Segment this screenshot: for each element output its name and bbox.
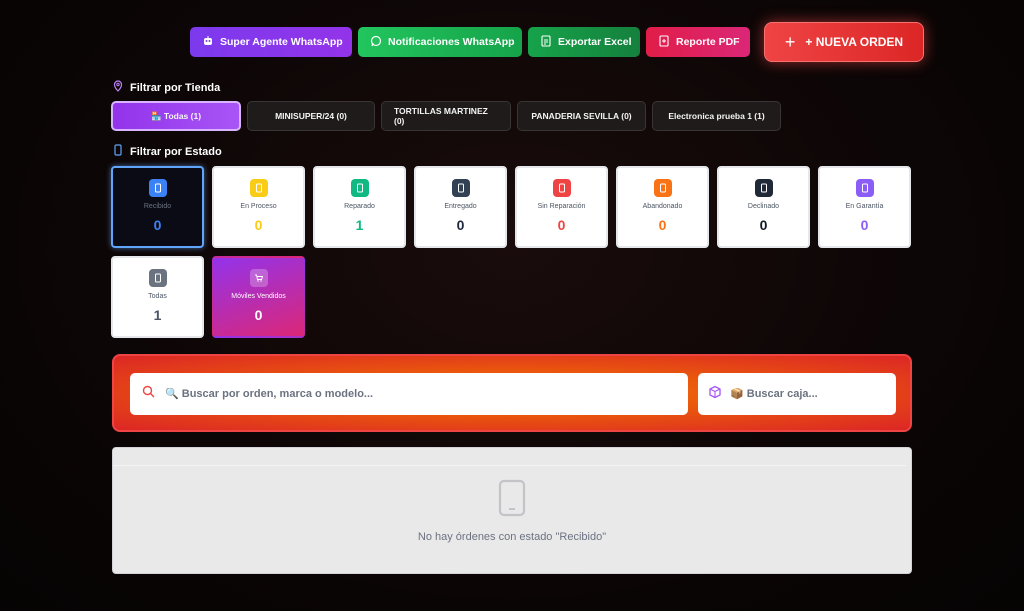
state-card-reparado[interactable]: Reparado 1 (313, 166, 406, 248)
search-box-field (698, 373, 896, 415)
state-card-recibido[interactable]: Recibido 0 (111, 166, 204, 248)
store-label: TORTILLAS MARTINEZ (0) (394, 106, 488, 126)
phone-icon (653, 179, 672, 197)
store-filter-bar: 🏪 Todas (1) MINISUPER/24 (0) TORTILLAS M… (111, 101, 781, 131)
state-card-abandonado[interactable]: Abandonado 0 (616, 166, 709, 248)
store-filter-electronica[interactable]: Electronica prueba 1 (1) (652, 101, 781, 131)
search-main-field (130, 373, 688, 415)
phone-icon (754, 179, 773, 197)
toolbar: Super Agente WhatsApp Notificaciones Wha… (190, 22, 924, 62)
location-pin-icon (112, 80, 124, 95)
notificaciones-whatsapp-button[interactable]: Notificaciones WhatsApp (358, 27, 522, 57)
store-label: PANADERIA SEVILLA (0) (531, 111, 632, 121)
state-count: 0 (254, 217, 263, 233)
state-cards-grid: Recibido 0 En Proceso 0 Reparado 1 Entre… (111, 166, 913, 338)
state-card-en-garantia[interactable]: En Garantía 0 (818, 166, 911, 248)
store-filter-title: Filtrar por Tienda (112, 80, 220, 95)
state-label: Entregado (444, 203, 477, 210)
cart-icon (249, 269, 268, 287)
state-count: 1 (355, 217, 364, 233)
notificaciones-label: Notificaciones WhatsApp (388, 36, 515, 48)
robot-icon (202, 35, 214, 50)
state-count: 0 (456, 217, 465, 233)
store-label: MINISUPER/24 (0) (275, 111, 347, 121)
nueva-orden-button[interactable]: + + NUEVA ORDEN (764, 22, 924, 62)
state-count: 0 (759, 217, 768, 233)
state-count: 0 (557, 217, 566, 233)
empty-state-message: No hay órdenes con estado "Recibido" (417, 531, 607, 543)
nueva-orden-label: + NUEVA ORDEN (805, 35, 904, 49)
store-filter-tortillas[interactable]: TORTILLAS MARTINEZ (0) (381, 101, 511, 131)
state-label: Abandonado (642, 203, 683, 210)
state-label: En Proceso (240, 203, 277, 210)
super-agente-label: Super Agente WhatsApp (220, 36, 343, 48)
phone-icon (451, 179, 470, 197)
state-label: Recibido (143, 203, 172, 210)
store-label: 🏪 Todas (1) (150, 110, 202, 121)
phone-icon (350, 179, 369, 197)
plus-icon: + (784, 31, 796, 52)
state-card-sin-reparacion[interactable]: Sin Reparación 0 (515, 166, 608, 248)
state-label: Declinado (747, 203, 780, 210)
reporte-label: Reporte PDF (676, 36, 740, 48)
search-icon (142, 385, 155, 403)
state-count: 1 (153, 307, 162, 323)
state-label: En Garantía (845, 203, 884, 210)
phone-icon (249, 179, 268, 197)
orders-empty-state: No hay órdenes con estado "Recibido" (112, 447, 912, 574)
spreadsheet-icon (540, 34, 552, 50)
exportar-label: Exportar Excel (558, 36, 632, 48)
state-card-entregado[interactable]: Entregado 0 (414, 166, 507, 248)
pdf-icon (658, 34, 670, 50)
phone-icon (855, 179, 874, 197)
exportar-excel-button[interactable]: Exportar Excel (528, 27, 640, 57)
super-agente-whatsapp-button[interactable]: Super Agente WhatsApp (190, 27, 352, 57)
state-card-declinado[interactable]: Declinado 0 (717, 166, 810, 248)
phone-icon (112, 144, 124, 159)
search-panel (112, 354, 912, 432)
reporte-pdf-button[interactable]: Reporte PDF (646, 27, 750, 57)
divider (113, 465, 906, 466)
phone-icon (498, 479, 526, 522)
state-label: Reparado (344, 203, 375, 210)
store-filter-label: Filtrar por Tienda (130, 81, 221, 94)
state-label: Móviles Vendidos (231, 293, 286, 300)
search-input[interactable] (165, 388, 688, 400)
whatsapp-icon (370, 35, 382, 50)
store-label: Electronica prueba 1 (1) (668, 111, 765, 121)
phone-icon (148, 269, 167, 287)
store-filter-minisuper[interactable]: MINISUPER/24 (0) (247, 101, 375, 131)
phone-icon (552, 179, 571, 197)
state-count: 0 (658, 217, 667, 233)
phone-icon (148, 179, 167, 197)
store-filter-todas[interactable]: 🏪 Todas (1) (111, 101, 241, 131)
state-label: Todas (148, 293, 167, 300)
state-count: 0 (860, 217, 869, 233)
state-card-en-proceso[interactable]: En Proceso 0 (212, 166, 305, 248)
state-label: Sin Reparación (537, 203, 586, 210)
state-card-todas[interactable]: Todas 1 (111, 256, 204, 338)
state-count: 0 (254, 307, 263, 323)
box-icon (708, 385, 722, 404)
state-count: 0 (153, 217, 162, 233)
state-filter-title: Filtrar por Estado (112, 144, 222, 159)
state-filter-label: Filtrar por Estado (130, 145, 222, 158)
state-card-moviles-vendidos[interactable]: Móviles Vendidos 0 (212, 256, 305, 338)
box-search-input[interactable] (730, 388, 896, 400)
store-filter-panaderia[interactable]: PANADERIA SEVILLA (0) (517, 101, 646, 131)
